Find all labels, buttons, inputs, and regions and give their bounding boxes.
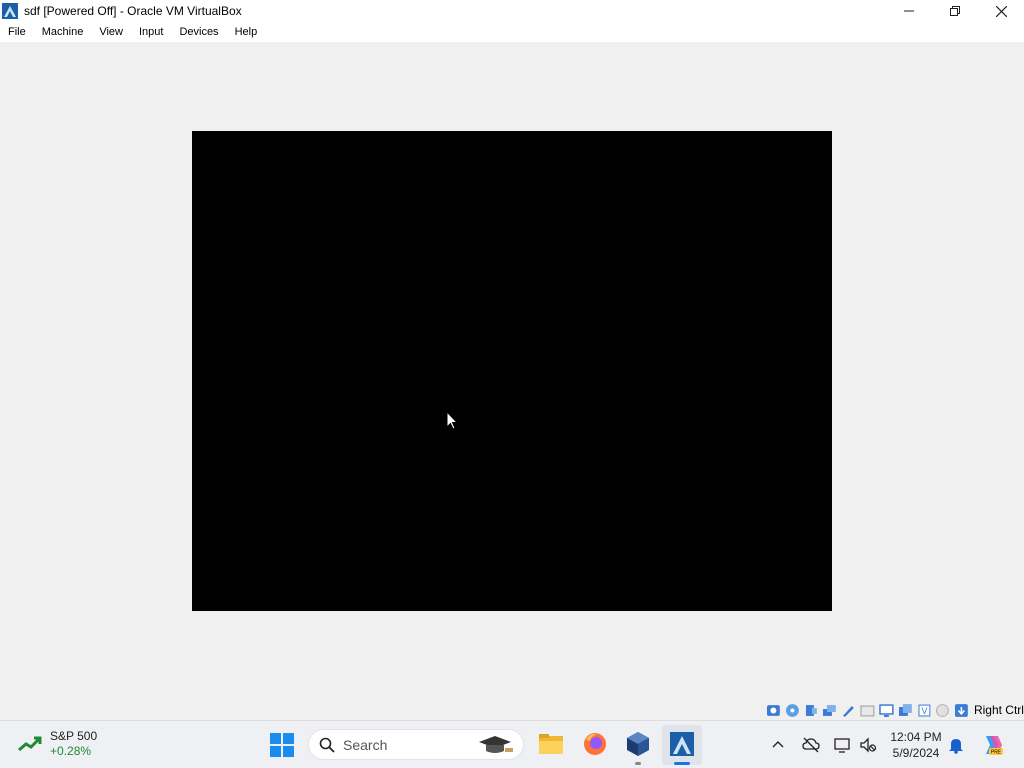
menu-devices[interactable]: Devices [171, 26, 226, 38]
vm-active-indicator [674, 762, 690, 765]
optical-drive-icon[interactable] [785, 703, 800, 718]
keyboard-icon[interactable] [954, 703, 969, 718]
vm-display[interactable] [192, 131, 832, 611]
usb-icon[interactable] [841, 703, 856, 718]
restore-button[interactable] [932, 0, 978, 22]
windows-start-icon[interactable] [270, 733, 294, 757]
taskbar-search[interactable]: Search [308, 729, 524, 760]
network-icon[interactable] [822, 703, 837, 718]
taskbar-clock[interactable]: 12:04 PM 5/9/2024 [886, 729, 946, 761]
hard-disk-icon[interactable] [766, 703, 781, 718]
restore-icon [950, 6, 960, 16]
taskbar: S&P 500 +0.28% Search 12:04 PM 5/9/2024 … [0, 720, 1024, 768]
host-key-label: Right Ctrl [973, 703, 1024, 717]
menu-machine[interactable]: Machine [34, 26, 92, 38]
recording-icon[interactable] [898, 703, 913, 718]
virtualbox-vm-icon [2, 3, 18, 19]
svg-text:V: V [921, 705, 927, 715]
search-icon [319, 737, 335, 753]
menu-bar: File Machine View Input Devices Help [0, 22, 1024, 42]
display-icon[interactable] [879, 703, 894, 718]
svg-text:PRE: PRE [991, 750, 1002, 756]
graduation-cap-icon [479, 736, 513, 753]
clock-time: 12:04 PM [890, 730, 942, 744]
copilot-icon[interactable]: PRE [980, 733, 1004, 757]
widget-title: S&P 500 [50, 729, 98, 743]
vm-status-bar: V Right Ctrl [766, 700, 1024, 720]
notification-bell-icon[interactable] [948, 736, 964, 754]
title-bar: sdf [Powered Off] - Oracle VM VirtualBox [0, 0, 1024, 22]
menu-input[interactable]: Input [131, 26, 171, 38]
mouse-integration-icon[interactable] [935, 703, 950, 718]
menu-view[interactable]: View [91, 26, 131, 38]
menu-file[interactable]: File [0, 26, 34, 38]
close-button[interactable] [978, 0, 1024, 22]
minimize-button[interactable] [886, 0, 932, 22]
menu-help[interactable]: Help [227, 26, 266, 38]
cpu-icon[interactable]: V [917, 703, 932, 718]
stock-widget[interactable]: S&P 500 +0.28% [18, 729, 97, 759]
close-icon [995, 5, 1007, 17]
audio-icon[interactable] [804, 703, 819, 718]
window-title: sdf [Powered Off] - Oracle VM VirtualBox [24, 4, 242, 18]
firefox-icon[interactable] [581, 730, 609, 758]
shared-folders-icon[interactable] [860, 703, 875, 718]
chevron-up-icon[interactable] [772, 739, 784, 751]
volume-muted-icon[interactable] [859, 736, 877, 754]
virtualbox-icon[interactable] [624, 730, 652, 758]
virtualbox-running-indicator [635, 762, 641, 765]
cloud-off-icon[interactable] [802, 736, 820, 754]
clock-date: 5/9/2024 [892, 746, 940, 760]
search-placeholder: Search [343, 736, 388, 753]
virtualbox-vm-icon[interactable] [668, 730, 696, 758]
minimize-icon [904, 10, 914, 12]
file-explorer-icon[interactable] [537, 730, 565, 758]
stock-trend-icon [18, 736, 42, 752]
network-tray-icon[interactable] [834, 736, 852, 754]
mouse-cursor-icon [446, 411, 458, 430]
widget-change: +0.28% [50, 744, 92, 758]
